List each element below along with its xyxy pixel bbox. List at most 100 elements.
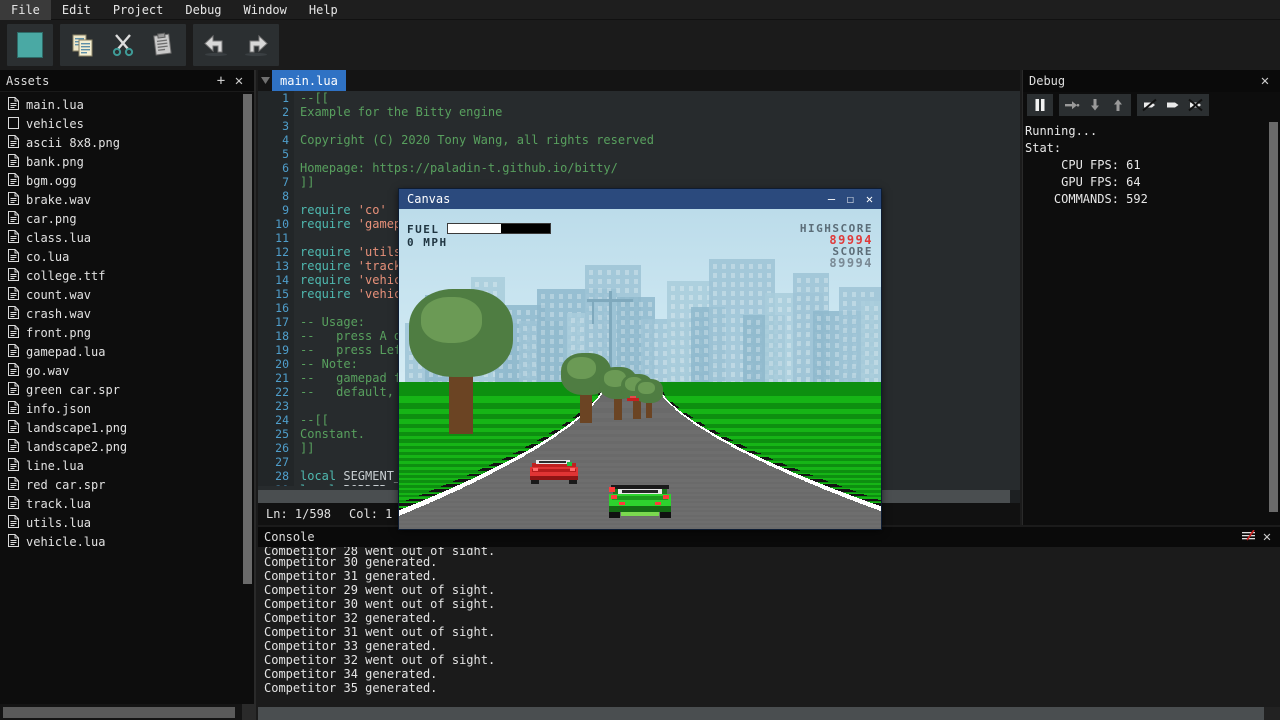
redo-button[interactable] [237,26,275,64]
asset-item[interactable]: class.lua [0,228,254,247]
stop-button[interactable] [11,26,49,64]
asset-item[interactable]: vehicles [0,114,254,133]
code-line[interactable] [300,147,1020,161]
asset-item[interactable]: ascii 8x8.png [0,133,254,152]
asset-item[interactable]: go.wav [0,361,254,380]
code-line[interactable]: Example for the Bitty engine [300,105,1020,119]
pause-icon [1033,98,1047,112]
assets-vertical-scrollbar[interactable] [243,94,252,584]
asset-item[interactable]: count.wav [0,285,254,304]
clear-breakpoints-button[interactable] [1185,95,1207,115]
asset-item[interactable]: gamepad.lua [0,342,254,361]
asset-item-label: front.png [26,326,91,340]
close-assets-icon[interactable]: ✕ [230,74,248,88]
file-icon [8,458,19,474]
line-number: 3 [258,119,294,133]
asset-item[interactable]: main.lua [0,95,254,114]
asset-item[interactable]: track.lua [0,494,254,513]
scissors-icon [110,32,136,58]
console-line: Competitor 32 generated. [264,611,1280,625]
console-horizontal-scrollbar[interactable] [258,707,1280,720]
step-over-icon [1064,98,1080,112]
minimize-button[interactable]: — [822,190,841,208]
toolbar-group-history [193,24,279,66]
assets-list[interactable]: main.lua vehiclesascii 8x8.pngbank.pngbgm… [0,92,254,698]
code-line[interactable]: --[[ [300,91,1020,105]
status-line: Ln: 1/598 [266,507,331,521]
clear-console-icon[interactable] [1240,530,1258,545]
console-hscroll-thumb[interactable] [258,707,1264,720]
file-icon [8,97,19,113]
file-icon [8,173,19,189]
asset-item[interactable]: vehicle.lua [0,532,254,551]
toggle-breakpoint-button[interactable] [1139,95,1161,115]
game-canvas[interactable]: FUEL 0 MPH HIGHSCORE 89994 SCORE 89994 [399,209,881,529]
code-line[interactable]: ]] [300,175,1020,189]
file-icon [8,268,19,284]
menu-edit[interactable]: Edit [51,0,102,20]
asset-item[interactable]: utils.lua [0,513,254,532]
redo-arrow-icon [242,32,270,58]
close-button[interactable]: ✕ [860,190,879,208]
asset-item[interactable]: landscape2.png [0,437,254,456]
debug-vertical-scrollbar[interactable] [1269,122,1278,512]
menu-help[interactable]: Help [298,0,349,20]
asset-item[interactable]: co.lua [0,247,254,266]
console-output[interactable]: Competitor 28 went out of sight.Competit… [258,547,1280,706]
asset-item-label: count.wav [26,288,91,302]
menu-debug[interactable]: Debug [174,0,232,20]
asset-item[interactable]: front.png [0,323,254,342]
asset-item[interactable]: bgm.ogg [0,171,254,190]
current-line-button[interactable] [1162,95,1184,115]
close-console-icon[interactable]: ✕ [1258,530,1276,544]
file-icon [8,306,19,322]
line-number: 8 [258,189,294,203]
console-header: Console ✕ [258,527,1280,547]
debug-stat-row: CPU FPS: 61 [1025,157,1280,174]
asset-item[interactable]: car.png [0,209,254,228]
code-line[interactable]: Homepage: https://paladin-t.github.io/bi… [300,161,1020,175]
debug-stat-row: GPU FPS: 64 [1025,174,1280,191]
file-icon [8,230,19,246]
asset-item[interactable]: college.ttf [0,266,254,285]
line-number: 1 [258,91,294,105]
asset-item[interactable]: brake.wav [0,190,254,209]
debug-group-run [1027,94,1053,116]
canvas-window[interactable]: Canvas — ☐ ✕ [398,188,882,530]
asset-item[interactable]: bank.png [0,152,254,171]
asset-item[interactable]: landscape1.png [0,418,254,437]
debug-title: Debug [1029,74,1256,88]
line-number: 19 [258,343,294,357]
canvas-titlebar[interactable]: Canvas — ☐ ✕ [399,189,881,209]
cut-button[interactable] [104,26,142,64]
line-number: 11 [258,231,294,245]
asset-item-label: green car.spr [26,383,120,397]
menu-window[interactable]: Window [233,0,298,20]
pause-button[interactable] [1029,95,1051,115]
paste-button[interactable] [144,26,182,64]
step-out-button[interactable] [1107,95,1129,115]
undo-button[interactable] [197,26,235,64]
asset-item[interactable]: info.json [0,399,254,418]
chevron-down-icon[interactable] [258,70,272,91]
asset-item[interactable]: red car.spr [0,475,254,494]
close-debug-icon[interactable]: ✕ [1256,74,1274,88]
menu-file[interactable]: File [0,0,51,20]
asset-item[interactable]: line.lua [0,456,254,475]
maximize-button[interactable]: ☐ [841,190,860,208]
asset-item[interactable]: green car.spr [0,380,254,399]
copy-button[interactable] [64,26,102,64]
file-icon [8,344,19,360]
assets-hscroll-thumb[interactable] [3,707,235,718]
code-line[interactable]: Copyright (C) 2020 Tony Wang, all rights… [300,133,1020,147]
assets-horizontal-scrollbar[interactable] [0,704,244,720]
asset-item-label: gamepad.lua [26,345,105,359]
tab-main-lua[interactable]: main.lua [272,70,346,91]
asset-item[interactable]: crash.wav [0,304,254,323]
asset-item-label: main.lua [26,98,84,112]
code-line[interactable] [300,119,1020,133]
menu-project[interactable]: Project [102,0,175,20]
step-over-button[interactable] [1061,95,1083,115]
step-into-button[interactable] [1084,95,1106,115]
add-asset-icon[interactable]: + [212,74,230,88]
